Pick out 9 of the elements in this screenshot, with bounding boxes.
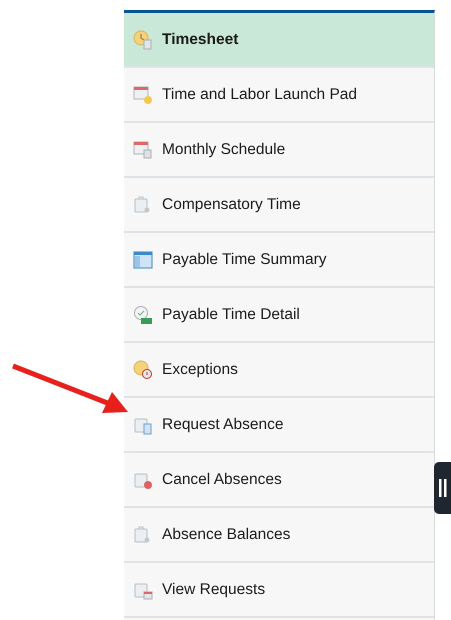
- clock-icon: [133, 30, 153, 50]
- panel-handle[interactable]: [434, 462, 451, 514]
- menu-item[interactable]: Timesheet: [124, 13, 434, 68]
- calendar-icon: [133, 140, 153, 160]
- clock-icon: [133, 360, 153, 380]
- pause-icon: [438, 479, 446, 497]
- clock-icon: [133, 304, 153, 324]
- window-icon: [133, 250, 153, 270]
- calendar-icon: [133, 84, 153, 104]
